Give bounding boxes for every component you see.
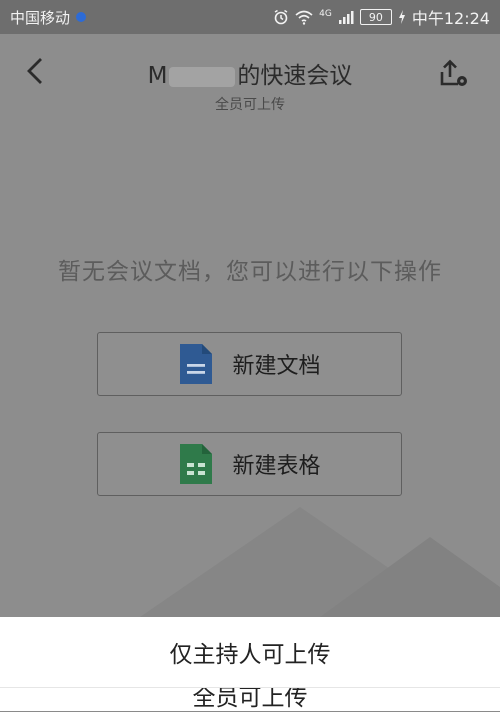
wifi-icon (295, 10, 313, 25)
network-type: 4G (319, 9, 332, 19)
status-left: 中国移动 (10, 7, 87, 28)
upload-settings-button[interactable] (438, 58, 470, 90)
new-sheet-button[interactable]: 新建表格 (97, 432, 402, 496)
battery-level: 90 (368, 10, 383, 24)
option-all-upload[interactable]: 全员可上传 (0, 688, 500, 712)
redacted-name (169, 66, 236, 87)
new-document-button[interactable]: 新建文档 (97, 332, 402, 396)
alarm-icon (274, 9, 288, 25)
spreadsheet-icon (180, 444, 213, 484)
upload-settings-icon (440, 59, 467, 86)
background-decoration (140, 507, 500, 617)
document-icon (180, 344, 213, 384)
meeting-files-page: M 的快速会议 全员可上传 暂无会议文档，您可以进行以下操作 新建文档 新建表格 (0, 34, 500, 617)
empty-state-hint: 暂无会议文档，您可以进行以下操作 (58, 259, 442, 285)
title-wrap: M 的快速会议 全员可上传 (0, 56, 500, 114)
status-time: 中午12:24 (411, 9, 490, 28)
status-right: 4G 90 中午12:24 (273, 5, 490, 29)
signal-icon (338, 11, 354, 24)
new-sheet-label: 新建表格 (232, 454, 321, 479)
option-host-only-upload[interactable]: 仅主持人可上传 (0, 617, 500, 688)
page-title: M 的快速会议 (148, 56, 353, 90)
status-bar: 中国移动 4G 90 中午12:24 (0, 0, 500, 34)
charging-icon (398, 10, 405, 24)
page-title-suffix: 的快速会议 (237, 63, 353, 89)
upload-permission-sheet: 仅主持人可上传 全员可上传 (0, 617, 500, 711)
hd-icon (76, 12, 87, 22)
new-document-label: 新建文档 (232, 354, 321, 379)
page-title-prefix: M (147, 63, 168, 89)
carrier-label: 中国移动 (10, 8, 71, 27)
battery-icon: 90 (359, 9, 392, 25)
page-subtitle: 全员可上传 (215, 97, 285, 113)
header: M 的快速会议 全员可上传 (0, 34, 500, 114)
